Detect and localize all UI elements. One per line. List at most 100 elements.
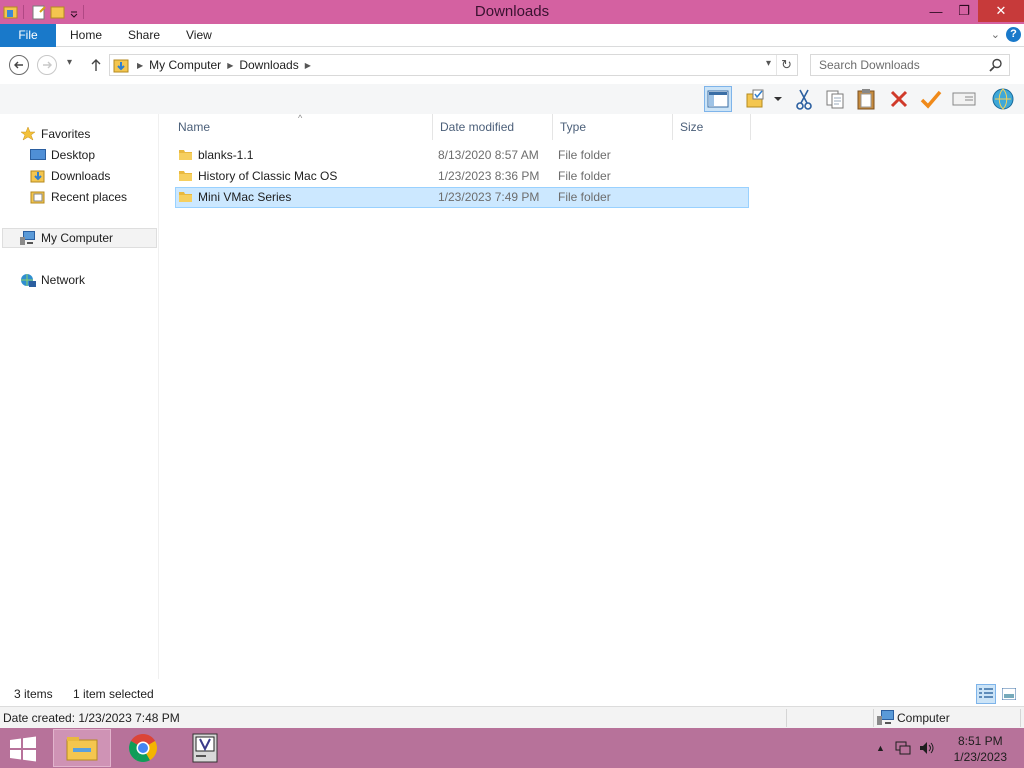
column-header-size[interactable]: Size — [673, 114, 751, 140]
breadcrumb-separator-icon[interactable]: ▶ — [305, 61, 311, 70]
copy-button[interactable] — [821, 86, 849, 112]
refresh-icon[interactable]: ↻ — [781, 57, 792, 73]
expand-ribbon-icon[interactable]: ⌄ — [991, 28, 1000, 41]
checkmark-icon — [920, 90, 942, 109]
column-label: Date modified — [440, 120, 515, 134]
minimize-button[interactable]: — — [922, 0, 950, 22]
taskbar-mini-vmac[interactable] — [176, 729, 234, 767]
file-name: Mini VMac Series — [198, 190, 292, 204]
up-arrow-icon — [91, 59, 101, 71]
search-input[interactable] — [811, 55, 981, 75]
tab-share[interactable]: Share — [128, 24, 160, 47]
file-type: File folder — [558, 190, 611, 204]
paste-button[interactable] — [853, 86, 881, 112]
preview-pane-button[interactable] — [704, 86, 732, 112]
date-created: Date created: 1/23/2023 7:48 PM — [3, 711, 180, 725]
windows-logo-icon — [10, 736, 36, 762]
nav-item-network[interactable]: Network — [20, 270, 85, 290]
nav-label: Downloads — [51, 169, 111, 183]
nav-item-downloads[interactable]: Downloads — [30, 166, 110, 186]
tab-home[interactable]: Home — [70, 24, 102, 47]
breadcrumb-separator-icon[interactable]: ▶ — [227, 61, 233, 70]
file-row[interactable]: History of Classic Mac OS 1/23/2023 8:36… — [175, 166, 749, 187]
clock-time: 8:51 PM — [957, 734, 1003, 748]
rename-button[interactable] — [917, 86, 945, 112]
select-dropdown-icon[interactable] — [770, 86, 786, 112]
paste-icon — [857, 89, 875, 110]
volume-icon[interactable] — [919, 741, 935, 755]
copy-icon — [826, 90, 844, 109]
desktop-icon — [30, 148, 46, 162]
breadcrumb-separator-icon[interactable]: ▶ — [137, 61, 143, 70]
recent-locations-icon[interactable]: ▾ — [67, 57, 72, 68]
large-icons-view-icon — [1002, 688, 1016, 700]
show-hidden-icons-icon[interactable]: ▲ — [876, 743, 885, 753]
select-all-button[interactable] — [742, 86, 770, 112]
column-header-type[interactable]: Type — [553, 114, 673, 140]
properties-button[interactable] — [950, 86, 978, 112]
details-bar: Date created: 1/23/2023 7:48 PM Computer — [0, 706, 1024, 728]
file-row[interactable]: Mini VMac Series 1/23/2023 7:49 PM File … — [175, 187, 749, 208]
maximize-button[interactable]: ❐ — [950, 0, 978, 22]
file-type: File folder — [558, 148, 611, 162]
details-divider — [786, 709, 787, 727]
chrome-icon — [129, 734, 157, 762]
globe-button[interactable] — [989, 86, 1017, 112]
column-header-name[interactable]: Name — [171, 114, 433, 140]
column-label: Size — [680, 120, 704, 134]
search-box[interactable] — [810, 54, 1010, 76]
details-view-button[interactable] — [976, 684, 996, 704]
file-list: ^ Name Date modified Type Size blanks-1.… — [158, 113, 1024, 679]
command-toolbar — [0, 84, 1024, 114]
back-button[interactable] — [9, 55, 29, 75]
ribbon-tabs: File Home Share View ⌄ ? — [0, 24, 1024, 47]
help-icon[interactable]: ? — [1006, 27, 1021, 42]
details-divider — [873, 709, 874, 727]
forward-arrow-icon — [43, 61, 52, 69]
file-name: blanks-1.1 — [198, 148, 254, 162]
close-button[interactable]: ✕ — [978, 0, 1024, 22]
delete-button[interactable] — [885, 86, 913, 112]
nav-label: My Computer — [41, 231, 114, 245]
tab-view[interactable]: View — [186, 24, 212, 47]
search-icon[interactable] — [989, 58, 1003, 72]
taskbar-chrome[interactable] — [114, 729, 172, 767]
taskbar: ▲ 8:51 PM 1/23/2023 — [0, 728, 1024, 768]
column-header-date-modified[interactable]: Date modified — [433, 114, 553, 140]
start-button[interactable] — [8, 736, 38, 762]
breadcrumb-my-computer[interactable]: My Computer — [149, 58, 221, 72]
nav-item-desktop[interactable]: Desktop — [30, 145, 95, 165]
taskbar-file-explorer[interactable] — [53, 729, 111, 767]
file-date: 1/23/2023 8:36 PM — [438, 169, 540, 183]
nav-item-recent-places[interactable]: Recent places — [30, 187, 127, 207]
folder-icon — [179, 171, 192, 181]
network-icon — [20, 273, 36, 287]
folder-check-icon — [746, 89, 764, 108]
computer-icon — [877, 710, 894, 725]
file-date: 8/13/2020 8:57 AM — [438, 148, 539, 162]
breadcrumb-downloads[interactable]: Downloads — [239, 58, 298, 72]
nav-item-favorites[interactable]: Favorites — [20, 124, 90, 144]
taskbar-clock[interactable]: 8:51 PM 1/23/2023 — [954, 733, 1007, 765]
up-button[interactable] — [86, 55, 106, 75]
nav-item-my-computer[interactable]: My Computer — [2, 228, 157, 248]
details-location: Computer — [897, 711, 950, 725]
nav-label: Network — [41, 273, 86, 287]
column-label: Name — [178, 120, 211, 134]
selection-count: 1 item selected — [73, 687, 154, 701]
address-bar[interactable]: ▶ My Computer ▶ Downloads ▶ ▾ ↻ — [109, 54, 798, 76]
forward-button[interactable] — [37, 55, 57, 75]
downloads-folder-icon — [113, 59, 129, 73]
item-count: 3 items — [14, 687, 53, 701]
back-arrow-icon — [14, 61, 23, 69]
cut-button[interactable] — [790, 86, 818, 112]
file-row[interactable]: blanks-1.1 8/13/2020 8:57 AM File folder — [175, 145, 749, 166]
recent-places-icon — [30, 190, 46, 204]
large-icons-view-button[interactable] — [999, 684, 1019, 704]
address-dropdown-icon[interactable]: ▾ — [766, 58, 771, 69]
tab-file[interactable]: File — [0, 24, 56, 47]
star-icon — [20, 126, 36, 141]
nav-label: Favorites — [41, 127, 91, 141]
network-status-icon[interactable] — [895, 741, 911, 755]
title-bar[interactable]: Downloads — ❐ ✕ — [0, 0, 1024, 24]
